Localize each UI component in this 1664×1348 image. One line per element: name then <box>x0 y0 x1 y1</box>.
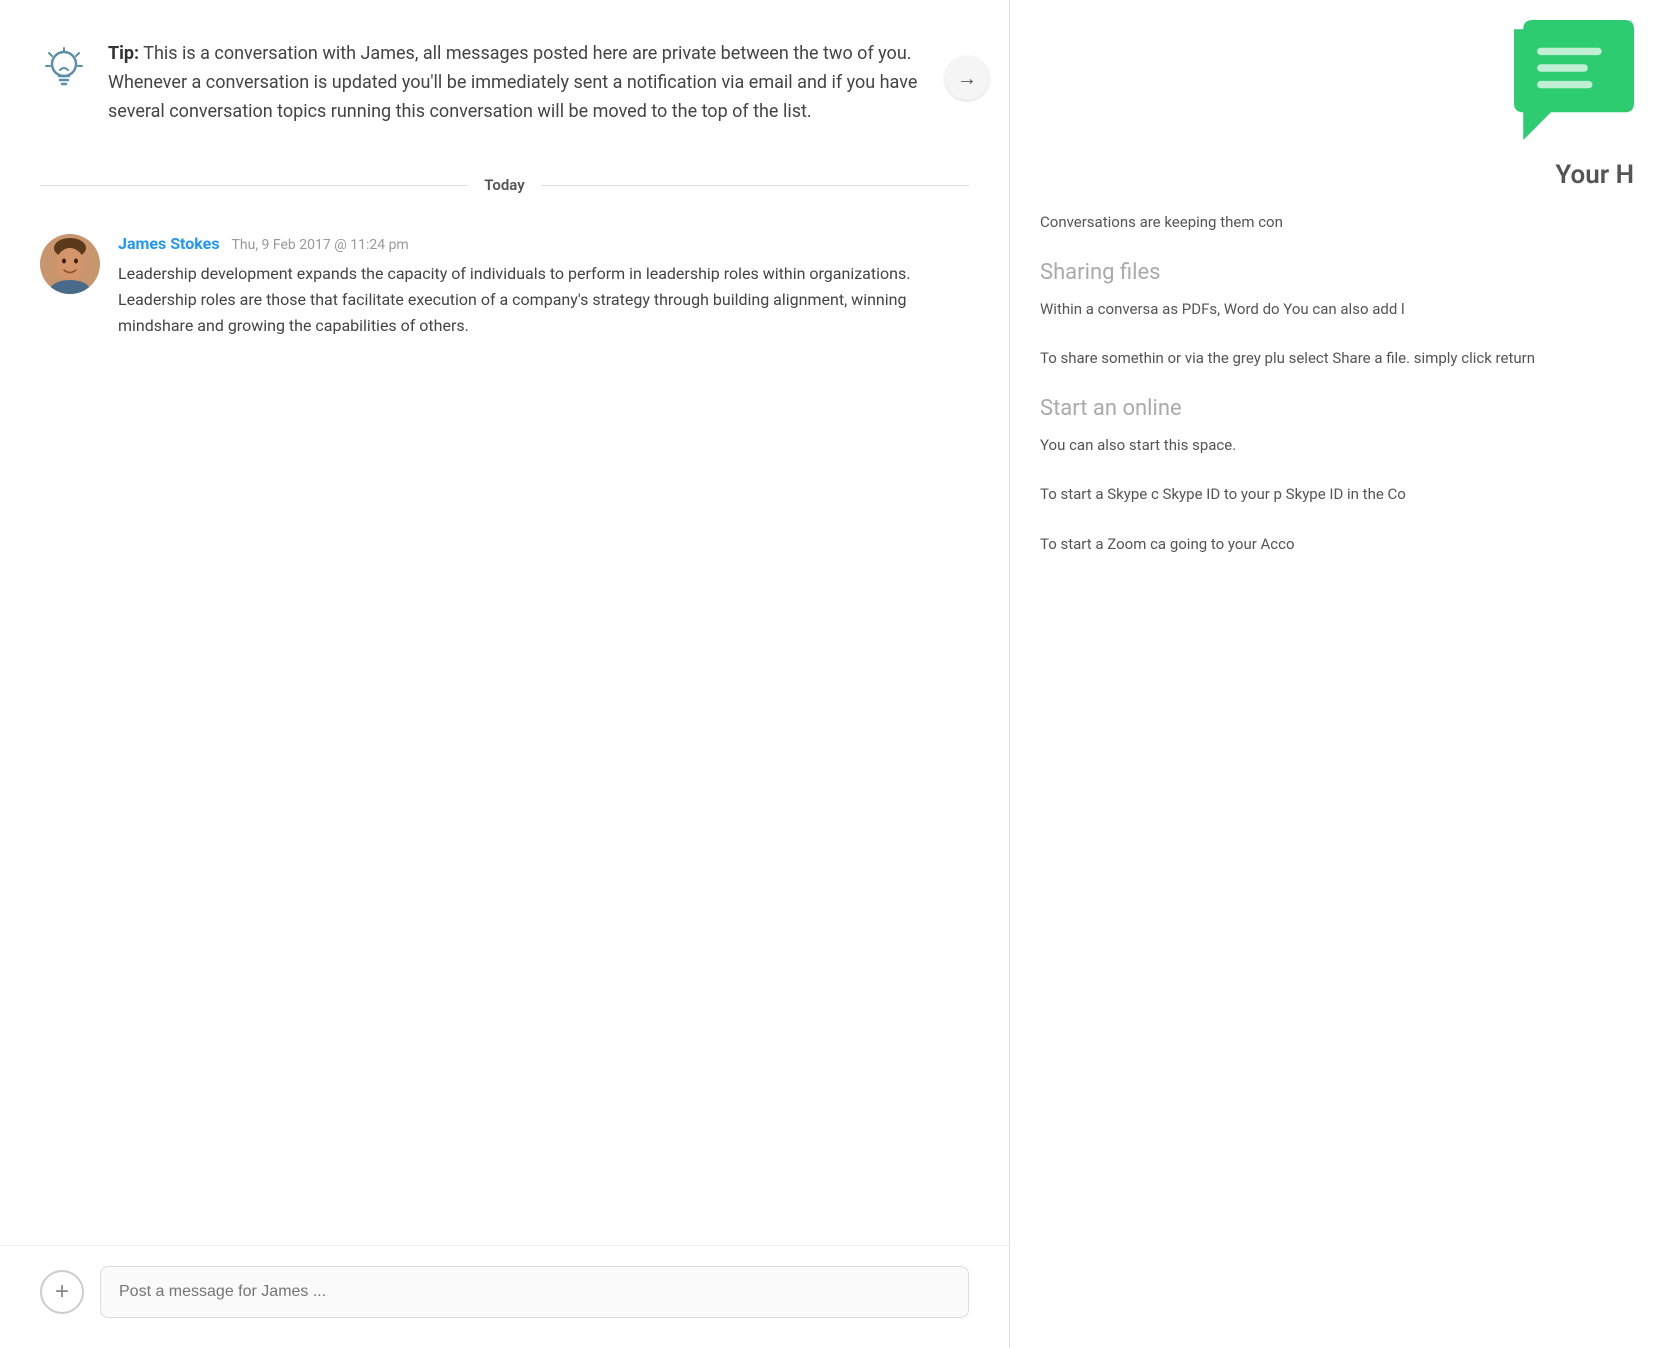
message-item: James Stokes Thu, 9 Feb 2017 @ 11:24 pm … <box>40 234 969 338</box>
message-content: James Stokes Thu, 9 Feb 2017 @ 11:24 pm … <box>118 234 969 338</box>
messages-area: James Stokes Thu, 9 Feb 2017 @ 11:24 pm … <box>0 214 1009 1245</box>
start-online-section: Start an online You can also start this … <box>1040 396 1634 459</box>
start-skype-text: To start a Skype c Skype ID to your p Sk… <box>1040 482 1634 508</box>
conversations-section: Conversations are keeping them con <box>1040 210 1634 236</box>
sharing-files-text: Within a conversa as PDFs, Word do You c… <box>1040 297 1634 323</box>
add-attachment-button[interactable]: + <box>40 1270 84 1314</box>
panel-title: Your H <box>1040 160 1634 190</box>
message-header: James Stokes Thu, 9 Feb 2017 @ 11:24 pm <box>118 234 969 253</box>
to-share-text: To share somethin or via the grey plu se… <box>1040 346 1634 372</box>
message-compose-area: + <box>0 1245 1009 1348</box>
start-zoom-section: To start a Zoom ca going to your Acco <box>1040 532 1634 558</box>
sharing-files-section: Sharing files Within a conversa as PDFs,… <box>1040 260 1634 323</box>
date-label: Today <box>468 176 540 194</box>
start-online-text: You can also start this space. <box>1040 433 1634 459</box>
date-divider: Today <box>0 166 1009 204</box>
tip-text: Tip: This is a conversation with James, … <box>108 40 969 126</box>
conversations-intro: Conversations are keeping them con <box>1040 210 1634 236</box>
start-online-title: Start an online <box>1040 396 1634 421</box>
tip-body: This is a conversation with James, all m… <box>108 43 917 122</box>
message-input[interactable] <box>100 1266 969 1318</box>
tip-next-arrow[interactable]: → <box>945 56 989 100</box>
help-panel: Your H Conversations are keeping them co… <box>1010 0 1664 1348</box>
message-body: Leadership development expands the capac… <box>118 261 969 338</box>
tip-container: Tip: This is a conversation with James, … <box>0 0 1009 156</box>
start-skype-section: To start a Skype c Skype ID to your p Sk… <box>1040 482 1634 508</box>
start-zoom-text: To start a Zoom ca going to your Acco <box>1040 532 1634 558</box>
message-author: James Stokes <box>118 234 220 253</box>
conversation-panel: Tip: This is a conversation with James, … <box>0 0 1010 1348</box>
message-time: Thu, 9 Feb 2017 @ 11:24 pm <box>232 237 409 253</box>
chat-bubble-icon <box>1514 20 1634 140</box>
to-share-section: To share somethin or via the grey plu se… <box>1040 346 1634 372</box>
tip-label: Tip: <box>108 43 139 64</box>
sharing-files-title: Sharing files <box>1040 260 1634 285</box>
avatar <box>40 234 100 294</box>
plus-icon: + <box>55 1278 69 1306</box>
panel-header <box>1040 20 1634 140</box>
lightbulb-icon <box>40 44 88 92</box>
